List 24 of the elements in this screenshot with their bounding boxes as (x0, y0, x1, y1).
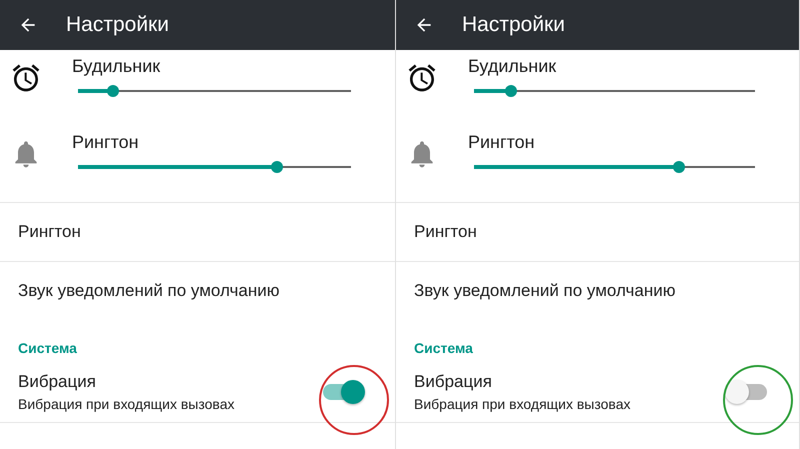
slider-thumb[interactable] (504, 85, 517, 97)
slider-label: Будильник (468, 56, 558, 77)
section-header: Система (413, 339, 474, 358)
settings-item[interactable]: Звук уведомлений по умолчанию (396, 261, 799, 320)
settings-item[interactable]: Рингтон (396, 202, 799, 261)
settings-item[interactable]: Звук уведомлений по умолчанию (0, 261, 395, 320)
setting-title: Вибрация (414, 372, 493, 392)
section-header: Система (17, 339, 78, 358)
toggle-switch[interactable] (321, 380, 365, 404)
alarm-clock-icon (406, 62, 438, 94)
screen-title: Настройки (66, 13, 169, 37)
slider-label: Рингтон (468, 132, 536, 153)
slider-label: Рингтон (72, 132, 140, 153)
setting-title: Вибрация (18, 372, 97, 392)
slider-thumb[interactable] (271, 161, 284, 173)
toggle-switch[interactable] (725, 380, 769, 404)
slider-thumb[interactable] (107, 85, 120, 97)
alarm-clock-icon (10, 62, 42, 94)
settings-item[interactable]: Рингтон (0, 202, 395, 261)
setting-subtitle: Вибрация при входящих вызовах (414, 396, 630, 412)
slider-label: Будильник (72, 56, 162, 77)
setting-subtitle: Вибрация при входящих вызовах (18, 396, 234, 412)
screen-title: Настройки (462, 13, 565, 37)
slider-thumb[interactable] (673, 161, 686, 173)
